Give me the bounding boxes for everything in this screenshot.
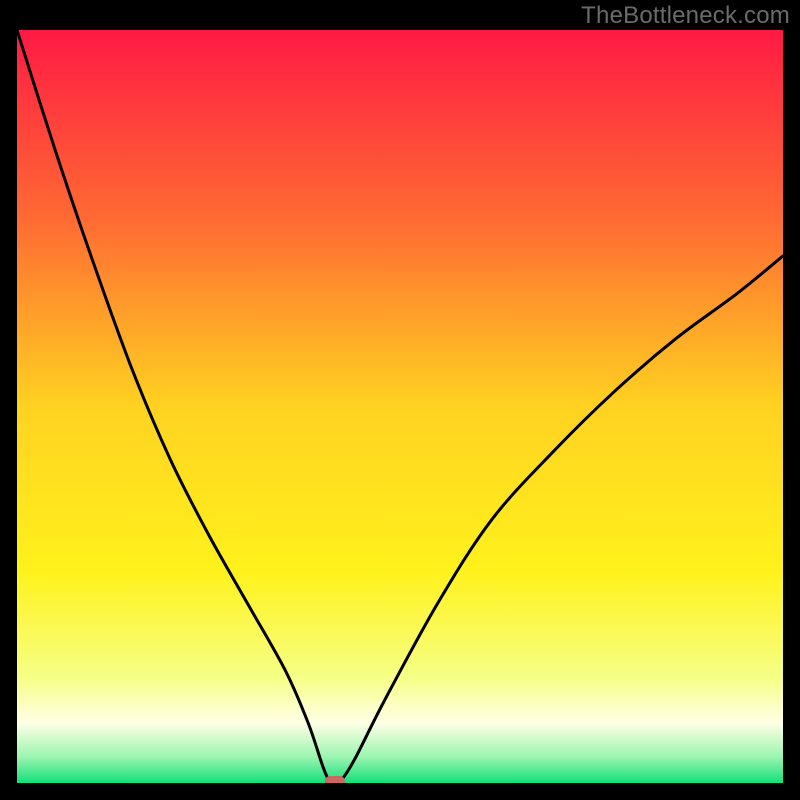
optimum-marker bbox=[325, 776, 345, 783]
chart-frame: TheBottleneck.com bbox=[0, 0, 800, 800]
bottleneck-chart bbox=[17, 30, 783, 783]
watermark-label: TheBottleneck.com bbox=[581, 2, 790, 30]
